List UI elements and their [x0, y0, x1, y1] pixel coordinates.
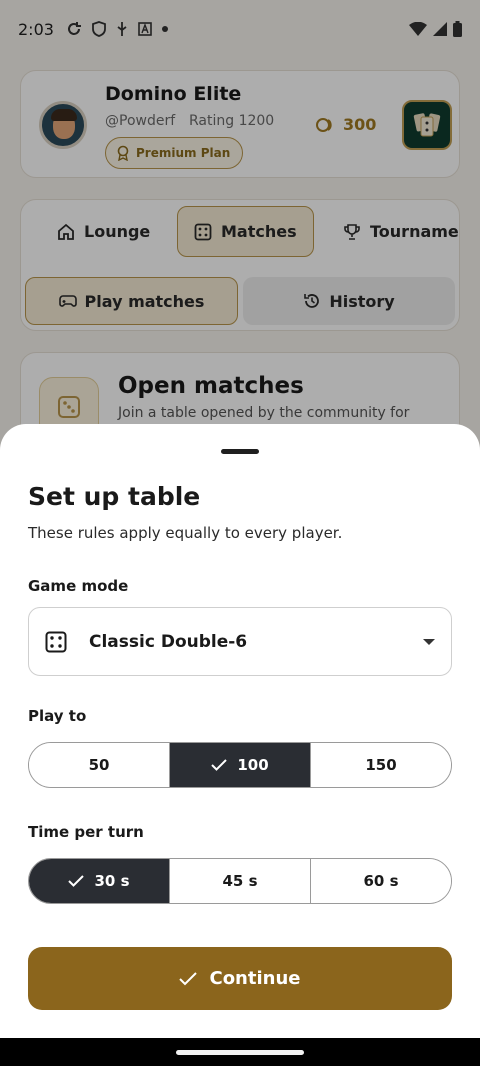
check-icon: [211, 759, 228, 771]
play-to-option-100[interactable]: 100: [169, 743, 310, 787]
setup-table-sheet: Set up table These rules apply equally t…: [0, 424, 480, 1038]
sheet-title: Set up table: [28, 482, 201, 511]
check-icon: [179, 971, 198, 985]
time-option-label: 45 s: [222, 872, 258, 890]
play-to-segmented: 50 100 150: [28, 742, 452, 788]
caret-down-icon: [423, 638, 435, 645]
time-option-label: 60 s: [363, 872, 399, 890]
home-indicator[interactable]: [176, 1050, 304, 1055]
time-option-45s[interactable]: 45 s: [169, 859, 310, 903]
dice-icon: [45, 631, 67, 652]
continue-label: Continue: [209, 968, 301, 989]
game-mode-label: Game mode: [28, 577, 129, 595]
time-option-label: 30 s: [94, 872, 130, 890]
play-to-option-label: 100: [237, 756, 269, 774]
play-to-label: Play to: [28, 707, 87, 725]
system-nav-bar: [0, 1038, 480, 1066]
sheet-subtitle: These rules apply equally to every playe…: [28, 524, 343, 542]
drag-handle[interactable]: [221, 449, 259, 454]
game-mode-value: Classic Double-6: [89, 631, 248, 652]
play-to-option-50[interactable]: 50: [29, 743, 169, 787]
time-per-turn-segmented: 30 s 45 s 60 s: [28, 858, 452, 904]
time-option-60s[interactable]: 60 s: [310, 859, 451, 903]
play-to-option-label: 150: [365, 756, 397, 774]
play-to-option-label: 50: [88, 756, 110, 774]
time-per-turn-label: Time per turn: [28, 823, 144, 841]
game-mode-select[interactable]: Classic Double-6: [28, 607, 452, 676]
continue-button[interactable]: Continue: [28, 947, 452, 1010]
time-option-30s[interactable]: 30 s: [29, 859, 169, 903]
play-to-option-150[interactable]: 150: [310, 743, 451, 787]
check-icon: [68, 875, 85, 887]
